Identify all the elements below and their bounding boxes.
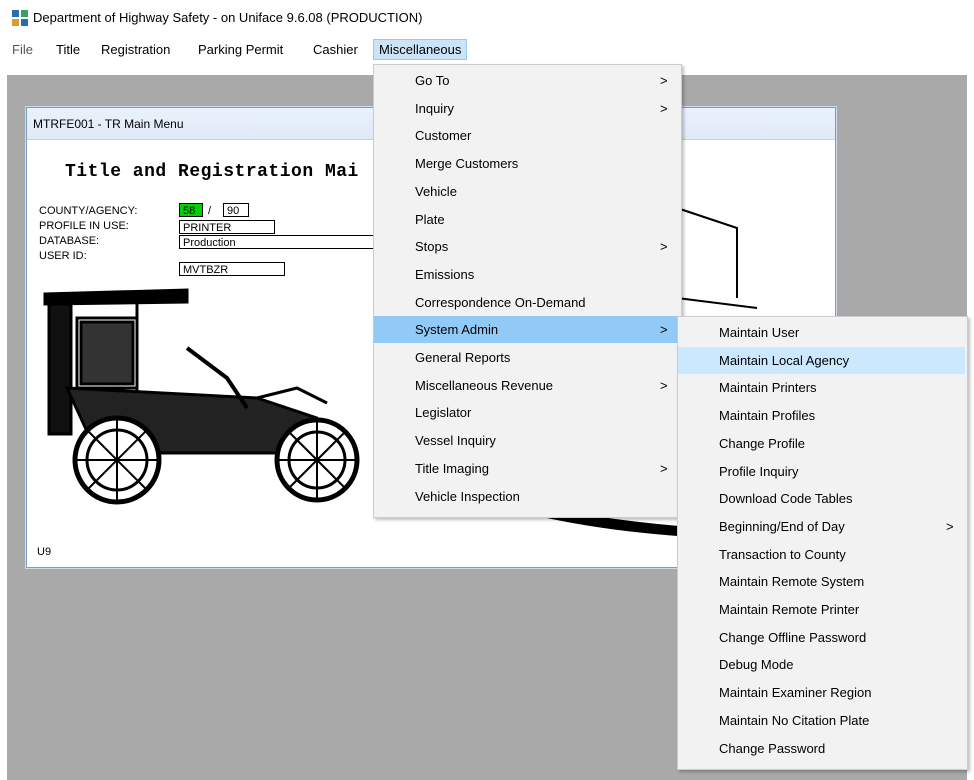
sysadmin-menu-item-profile-inquiry[interactable]: Profile Inquiry	[678, 458, 965, 485]
chevron-right-icon: >	[660, 377, 668, 393]
misc-menu-item-miscellaneous-revenue[interactable]: Miscellaneous Revenue >	[374, 372, 679, 399]
system-admin-submenu: Maintain User Maintain Local Agency Mainta…	[677, 316, 968, 770]
misc-menu-item-system-admin[interactable]: System Admin >	[374, 316, 679, 344]
menu-item-label: Customer	[415, 128, 472, 144]
menu-item-label: Vehicle Inspection	[415, 488, 520, 504]
menu-item-label: Go To	[415, 73, 450, 88]
profile-label: PROFILE IN USE:	[39, 220, 129, 232]
sysadmin-menu-item-change-offline-password[interactable]: Change Offline Password	[678, 624, 965, 651]
menu-registration[interactable]: Registration	[96, 40, 175, 59]
menu-item-label: Change Offline Password	[719, 629, 867, 645]
menu-item-label: Maintain Profiles	[719, 408, 816, 424]
chevron-right-icon: >	[660, 460, 668, 476]
database-field[interactable]: Production	[179, 235, 375, 249]
menu-item-label: Maintain Local Agency	[719, 352, 850, 368]
misc-menu-item-stops[interactable]: Stops >	[374, 233, 679, 260]
county-slash: /	[208, 205, 212, 217]
menu-file[interactable]: File	[7, 40, 38, 59]
window-title: Department of Highway Safety - on Unifac…	[33, 10, 423, 25]
chevron-right-icon: >	[660, 73, 668, 88]
sysadmin-menu-item-debug-mode[interactable]: Debug Mode	[678, 651, 965, 678]
userid-label: USER ID:	[39, 250, 87, 262]
menu-item-label: Maintain Examiner Region	[719, 685, 872, 701]
status-code: U9	[37, 546, 52, 558]
misc-menu-item-emissions[interactable]: Emissions	[374, 261, 679, 288]
menu-item-label: Beginning/End of Day	[719, 518, 845, 534]
inner-window-title: MTRFE001 - TR Main Menu	[33, 117, 184, 131]
sysadmin-menu-item-maintain-local-agency[interactable]: Maintain Local Agency	[678, 346, 965, 374]
sysadmin-menu-item-change-password[interactable]: Change Password	[678, 735, 965, 762]
chevron-right-icon: >	[946, 518, 954, 534]
misc-menu-item-correspondence-on-demand[interactable]: Correspondence On-Demand	[374, 289, 679, 316]
menu-item-label: Legislator	[415, 405, 472, 421]
menu-item-label: Maintain Remote Printer	[719, 602, 860, 617]
misc-menu-item-go-to[interactable]: Go To >	[374, 67, 679, 94]
menu-item-label: Correspondence On-Demand	[415, 294, 586, 310]
sysadmin-menu-item-maintain-profiles[interactable]: Maintain Profiles	[678, 402, 965, 429]
sysadmin-menu-item-maintain-no-citation-plate[interactable]: Maintain No Citation Plate	[678, 707, 965, 734]
sysadmin-menu-item-transaction-to-county[interactable]: Transaction to County	[678, 541, 965, 568]
sysadmin-menu-item-maintain-remote-system[interactable]: Maintain Remote System	[678, 568, 965, 595]
menu-item-label: Plate	[415, 211, 445, 227]
sysadmin-menu-item-maintain-printers[interactable]: Maintain Printers	[678, 374, 965, 401]
title-bar: Department of Highway Safety - on Unifac…	[0, 0, 974, 36]
sysadmin-menu-item-maintain-examiner-region[interactable]: Maintain Examiner Region	[678, 679, 965, 706]
menu-item-label: Debug Mode	[719, 657, 794, 673]
menu-item-label: Merge Customers	[415, 156, 519, 172]
menu-item-label: Download Code Tables	[719, 491, 853, 507]
sysadmin-menu-item-maintain-user[interactable]: Maintain User	[678, 319, 965, 346]
menu-item-label: Profile Inquiry	[719, 463, 799, 479]
miscellaneous-menu: Go To > Inquiry > Customer Merge Customers Veh…	[373, 64, 682, 518]
menu-item-label: Change Profile	[719, 435, 805, 451]
menu-item-label: Maintain User	[719, 325, 800, 340]
misc-menu-item-vessel-inquiry[interactable]: Vessel Inquiry	[374, 427, 679, 454]
menu-item-label: Maintain Printers	[719, 380, 817, 396]
sysadmin-menu-item-change-profile[interactable]: Change Profile	[678, 430, 965, 457]
sysadmin-menu-item-beginning-end-of-day[interactable]: Beginning/End of Day >	[678, 513, 965, 540]
menu-item-label: Emissions	[415, 266, 475, 282]
profile-field[interactable]: PRINTER	[179, 220, 275, 234]
chevron-right-icon: >	[660, 239, 668, 255]
menu-item-label: Maintain No Citation Plate	[719, 712, 870, 728]
page-heading: Title and Registration Mai	[65, 162, 359, 182]
county-agency-label: COUNTY/AGENCY:	[39, 205, 138, 217]
menu-parking-permit[interactable]: Parking Permit	[193, 40, 288, 59]
app-logo-icon	[12, 10, 28, 26]
misc-menu-item-vehicle-inspection[interactable]: Vehicle Inspection	[374, 483, 679, 510]
chevron-right-icon: >	[660, 100, 668, 116]
menu-bar: File Title Registration Parking Permit C…	[0, 36, 974, 62]
menu-item-label: Stops	[415, 239, 449, 255]
menu-item-label: General Reports	[415, 350, 511, 365]
userid-field[interactable]: MVTBZR	[179, 262, 285, 276]
menu-item-label: Vessel Inquiry	[415, 433, 496, 449]
misc-menu-item-inquiry[interactable]: Inquiry >	[374, 95, 679, 122]
menu-cashier[interactable]: Cashier	[308, 40, 363, 59]
menu-item-label: Transaction to County	[719, 546, 846, 562]
misc-menu-item-merge-customers[interactable]: Merge Customers	[374, 150, 679, 177]
misc-menu-item-legislator[interactable]: Legislator	[374, 399, 679, 426]
sysadmin-menu-item-download-code-tables[interactable]: Download Code Tables	[678, 485, 965, 512]
misc-menu-item-vehicle[interactable]: Vehicle	[374, 178, 679, 205]
menu-item-label: Change Password	[719, 740, 826, 756]
antique-car-image	[43, 288, 360, 505]
menu-item-label: System Admin	[415, 322, 499, 338]
database-label: DATABASE:	[39, 235, 100, 247]
misc-menu-item-title-imaging[interactable]: Title Imaging >	[374, 455, 679, 482]
menu-title[interactable]: Title	[51, 40, 85, 59]
misc-menu-item-plate[interactable]: Plate	[374, 206, 679, 233]
menu-item-label: Inquiry	[415, 100, 455, 116]
chevron-right-icon: >	[660, 322, 668, 338]
menu-item-label: Title Imaging	[415, 460, 489, 476]
menu-item-label: Vehicle	[415, 183, 457, 199]
misc-menu-item-customer[interactable]: Customer	[374, 122, 679, 149]
misc-menu-item-general-reports[interactable]: General Reports	[374, 344, 679, 371]
menu-miscellaneous[interactable]: Miscellaneous	[373, 39, 468, 60]
county-field[interactable]: 58	[179, 203, 203, 217]
agency-field[interactable]: 90	[223, 203, 249, 217]
sysadmin-menu-item-maintain-remote-printer[interactable]: Maintain Remote Printer	[678, 596, 965, 623]
menu-item-label: Miscellaneous Revenue	[415, 377, 554, 393]
menu-item-label: Maintain Remote System	[719, 574, 865, 590]
